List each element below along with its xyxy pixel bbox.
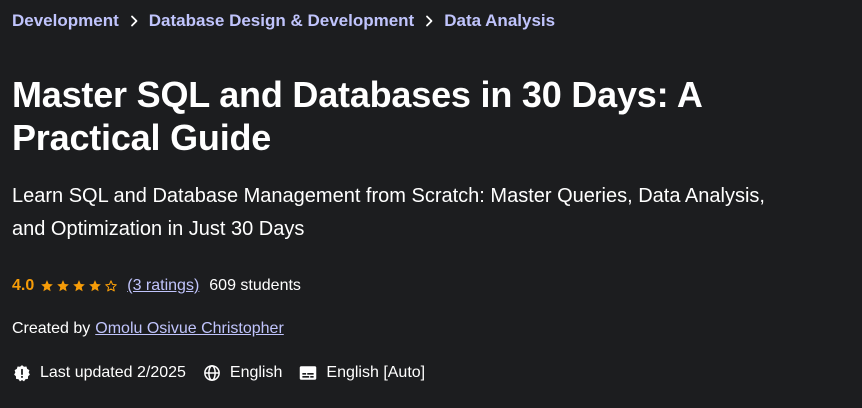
- course-title-line-2: Practical Guide: [12, 117, 272, 158]
- course-language-text: English: [229, 364, 283, 381]
- last-updated: Last updated 2/2025: [12, 363, 186, 383]
- course-title: Master SQL and Databases in 30 Days: A P…: [12, 73, 857, 159]
- course-subtitle-line-1: Learn SQL and Database Management from S…: [12, 185, 765, 207]
- captions-icon: [298, 363, 318, 383]
- breadcrumb: Development Database Design & Developmen…: [12, 1, 857, 41]
- instructor-link[interactable]: Omolu Osivue Christopher: [95, 320, 284, 338]
- last-updated-text: Last updated 2/2025: [40, 364, 186, 381]
- created-by-label: Created by: [12, 320, 91, 337]
- course-captions: English [Auto]: [298, 363, 425, 383]
- chevron-right-icon: [414, 11, 444, 31]
- breadcrumb-database-design[interactable]: Database Design & Development: [149, 11, 414, 31]
- rating-value: 4.0: [12, 277, 35, 294]
- star-full-icon: [40, 279, 54, 293]
- star-empty-icon: [104, 279, 118, 293]
- star-full-icon: [56, 279, 70, 293]
- breadcrumb-development[interactable]: Development: [12, 11, 119, 31]
- rating-stars: [40, 279, 120, 293]
- globe-icon: [202, 363, 222, 383]
- chevron-right-icon: [119, 11, 149, 31]
- breadcrumb-data-analysis[interactable]: Data Analysis: [444, 11, 555, 31]
- created-by-row: Created by Omolu Osivue Christopher: [12, 317, 857, 341]
- star-full-icon: [72, 279, 86, 293]
- star-full-icon: [88, 279, 102, 293]
- students-count: 609 students: [209, 277, 301, 294]
- course-header: Development Database Design & Developmen…: [12, 0, 857, 385]
- course-captions-text: English [Auto]: [326, 364, 426, 381]
- alert-badge-icon: [12, 363, 32, 383]
- course-subtitle-line-2: and Optimization in Just 30 Days: [12, 218, 305, 240]
- course-subtitle: Learn SQL and Database Management from S…: [12, 180, 857, 246]
- course-language: English: [202, 363, 282, 383]
- course-meta-row: Last updated 2/2025 English English [Aut…: [12, 361, 857, 385]
- rating-row: 4.0 (3 ratings) 609 students: [12, 274, 857, 298]
- course-title-line-1: Master SQL and Databases in 30 Days: A: [12, 74, 703, 115]
- ratings-count-link[interactable]: (3 ratings): [127, 277, 199, 295]
